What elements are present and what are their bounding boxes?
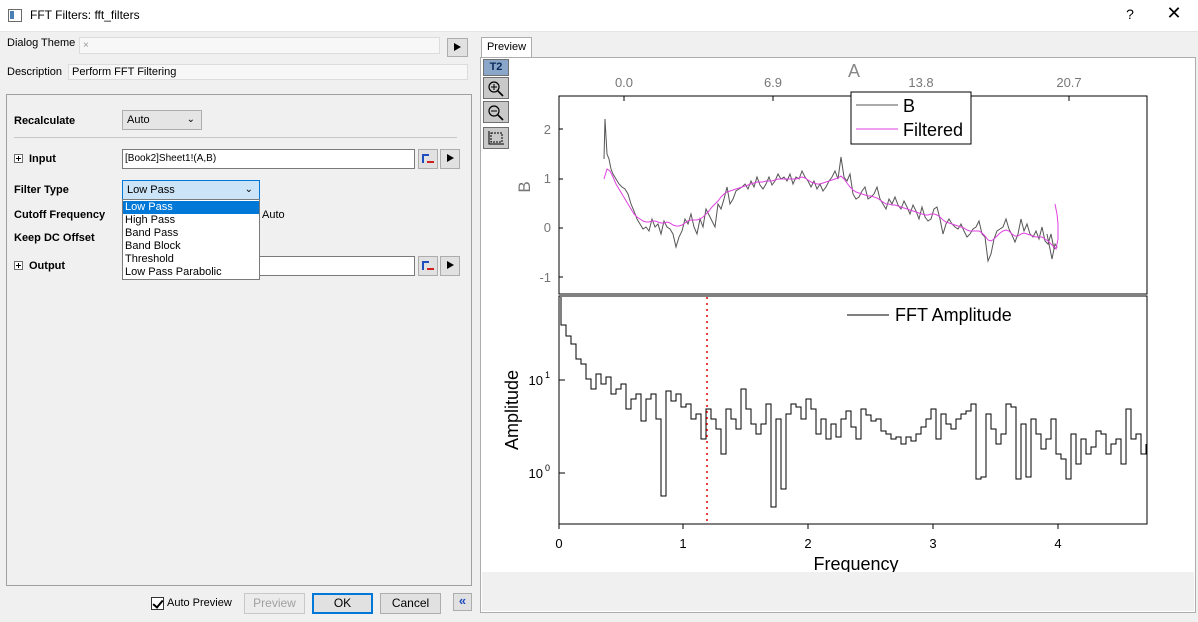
tab-preview[interactable]: Preview xyxy=(481,37,532,58)
dialog-theme-label: Dialog Theme xyxy=(7,37,76,49)
bottom-x-tick-label: 4 xyxy=(1054,536,1061,551)
top-tick-label: 20.7 xyxy=(1056,75,1081,90)
bottom-y-tick-exp: 0 xyxy=(545,463,550,473)
recalculate-label: Recalculate xyxy=(14,115,76,127)
cutoff-frequency-label: Cutoff Frequency xyxy=(14,209,106,221)
top-y-tick-label: 0 xyxy=(544,220,551,235)
input-picker-icon[interactable] xyxy=(418,149,438,169)
top-axis-title: A xyxy=(848,61,860,81)
filter-option-threshold[interactable]: Threshold xyxy=(123,253,259,266)
top-y-tick-label: 2 xyxy=(544,122,551,137)
recalculate-value: Auto xyxy=(127,114,150,126)
legend-label-b: B xyxy=(903,96,915,116)
filter-type-combo[interactable]: Low Pass ⌄ xyxy=(122,180,260,200)
top-tick-label: 13.8 xyxy=(908,75,933,90)
bottom-y-tick-base: 10 xyxy=(529,373,543,388)
bottom-y-tick-base: 10 xyxy=(529,466,543,481)
auto-preview-label: Auto Preview xyxy=(167,597,232,609)
output-menu-button[interactable] xyxy=(440,256,460,276)
filter-type-value: Low Pass xyxy=(127,184,175,196)
top-y-tick-label: -1 xyxy=(539,270,551,285)
filter-option-band-block[interactable]: Band Block xyxy=(123,240,259,253)
legend-label-fft: FFT Amplitude xyxy=(895,305,1012,325)
top-tick-label: 0.0 xyxy=(615,75,633,90)
filter-option-low-pass[interactable]: Low Pass xyxy=(123,201,259,214)
description-label: Description xyxy=(7,66,63,78)
input-menu-button[interactable] xyxy=(440,149,460,169)
chevron-down-icon: ⌄ xyxy=(244,184,253,195)
preview-button[interactable]: Preview xyxy=(244,593,305,614)
output-picker-icon[interactable] xyxy=(418,256,438,276)
ok-button[interactable]: OK xyxy=(312,593,373,614)
bottom-plot-frame xyxy=(558,295,1148,525)
top-tick-label: 6.9 xyxy=(764,75,782,90)
output-label: Output xyxy=(29,260,66,272)
series-b-line xyxy=(603,118,1058,263)
preview-graph: A 0.0 6.9 13.8 20.7 2 1 0 -1 B B Filtere… xyxy=(502,61,1148,572)
bottom-x-tick-label: 1 xyxy=(679,536,686,551)
title-bar: FFT Filters: fft_filters ? ✕ xyxy=(0,0,1198,32)
close-button[interactable]: ✕ xyxy=(1163,3,1185,24)
recalculate-combo[interactable]: Auto ⌄ xyxy=(122,110,202,130)
filter-option-high-pass[interactable]: High Pass xyxy=(123,214,259,227)
bottom-x-tick-label: 2 xyxy=(804,536,811,551)
chevron-down-icon: ⌄ xyxy=(186,114,195,125)
help-button[interactable]: ? xyxy=(1120,6,1140,22)
description-field: Perform FFT Filtering xyxy=(68,64,468,80)
app-icon xyxy=(8,9,22,22)
bottom-x-axis-label: Frequency xyxy=(813,554,898,572)
bottom-x-tick-label: 0 xyxy=(555,536,562,551)
filter-type-dropdown: Low Pass High Pass Band Pass Band Block … xyxy=(122,199,260,280)
dialog-theme-field[interactable]: × xyxy=(79,37,440,54)
input-expand-icon[interactable] xyxy=(14,154,23,163)
output-range-field[interactable] xyxy=(258,256,415,276)
window-title: FFT Filters: fft_filters xyxy=(30,8,140,22)
filter-option-low-pass-parabolic[interactable]: Low Pass Parabolic xyxy=(123,266,259,279)
cancel-button[interactable]: Cancel xyxy=(380,593,441,614)
output-expand-icon[interactable] xyxy=(14,261,23,270)
bottom-x-tick-label: 3 xyxy=(929,536,936,551)
separator xyxy=(14,137,457,138)
auto-preview-checkbox[interactable] xyxy=(151,597,164,610)
bottom-y-tick-exp: 1 xyxy=(545,370,550,380)
preview-bottom-strip xyxy=(482,572,1194,611)
legend-label-filtered: Filtered xyxy=(903,120,963,140)
bottom-y-axis-label: Amplitude xyxy=(502,370,522,450)
filter-type-label: Filter Type xyxy=(14,184,69,196)
top-y-tick-label: 1 xyxy=(544,171,551,186)
collapse-panel-button[interactable]: « xyxy=(453,593,472,611)
input-range-field[interactable]: [Book2]Sheet1!(A,B) xyxy=(122,149,415,169)
fft-amplitude-line xyxy=(560,297,1147,508)
series-filtered-line xyxy=(603,168,1059,251)
top-y-axis-label: B xyxy=(515,181,534,192)
keep-dc-offset-label: Keep DC Offset xyxy=(14,232,95,244)
cutoff-auto-label: Auto xyxy=(262,209,285,221)
dialog-theme-menu-button[interactable] xyxy=(447,38,468,57)
filter-option-band-pass[interactable]: Band Pass xyxy=(123,227,259,240)
input-label: Input xyxy=(29,153,56,165)
